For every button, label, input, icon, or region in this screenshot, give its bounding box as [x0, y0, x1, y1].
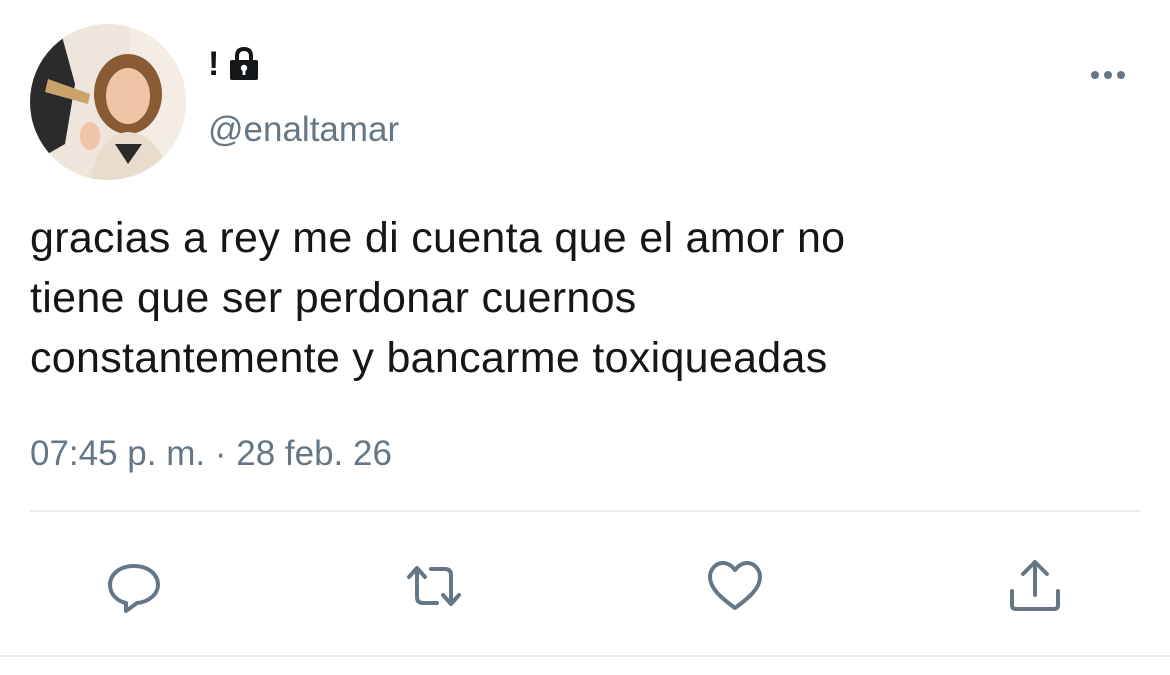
divider-bottom — [0, 655, 1170, 657]
divider — [30, 510, 1140, 512]
tweet-text-line: constantemente y bancarme toxiqueadas — [30, 334, 828, 382]
meta-separator: · — [214, 434, 227, 473]
reply-button[interactable] — [104, 556, 164, 616]
share-icon — [1010, 560, 1060, 611]
heart-icon — [708, 561, 762, 610]
more-dot-icon — [1104, 71, 1112, 79]
avatar[interactable] — [30, 24, 186, 180]
tweet-date: 28 feb. 26 — [236, 434, 392, 473]
tweet-text-line: tiene que ser perdonar cuernos — [30, 274, 637, 322]
like-button[interactable] — [705, 556, 765, 616]
display-name[interactable]: ! — [208, 44, 261, 84]
avatar-image — [30, 24, 186, 180]
tweet-card: ! @enaltamar gracias a rey me di cuenta … — [0, 0, 1170, 675]
retweet-icon — [407, 566, 461, 606]
lock-icon — [227, 46, 261, 82]
more-dot-icon — [1091, 71, 1099, 79]
display-name-text: ! — [208, 44, 220, 83]
more-dot-icon — [1117, 71, 1125, 79]
tweet-time: 07:45 p. m. — [30, 434, 206, 473]
tweet-text: gracias a rey me di cuenta que el amor n… — [30, 208, 1130, 388]
tweet-timestamp[interactable]: 07:45 p. m. · 28 feb. 26 — [30, 432, 392, 476]
more-options-button[interactable] — [1084, 60, 1132, 90]
share-button[interactable] — [1005, 556, 1065, 616]
retweet-button[interactable] — [404, 556, 464, 616]
user-handle[interactable]: @enaltamar — [208, 110, 399, 150]
reply-icon — [108, 564, 160, 613]
tweet-text-line: gracias a rey me di cuenta que el amor n… — [30, 214, 846, 262]
